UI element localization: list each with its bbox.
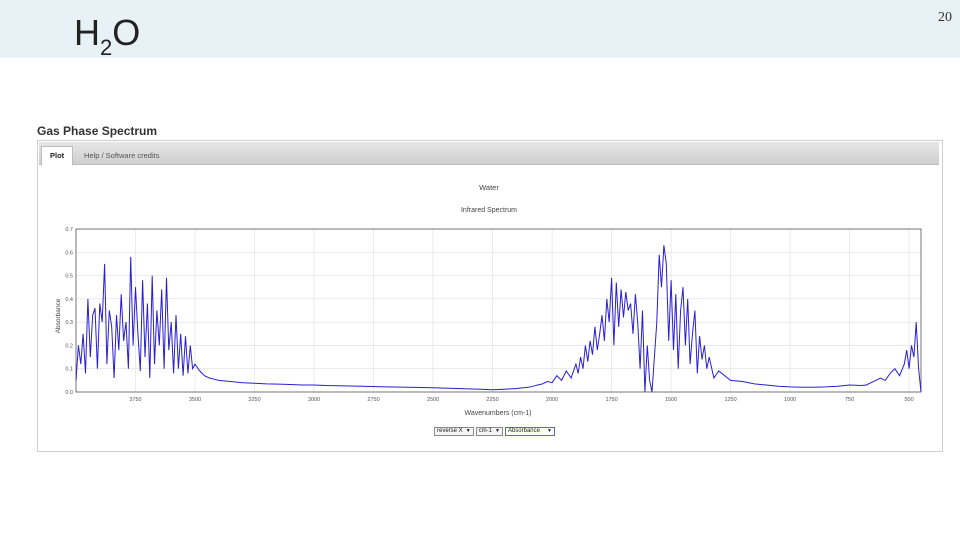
y-tick-label: 0.7: [65, 227, 73, 233]
y-tick-label: 0.1: [65, 367, 73, 373]
dropdown-arrow-icon: ▼: [546, 428, 552, 434]
chart-title: Water: [479, 183, 499, 192]
x-tick-label: 1000: [784, 397, 796, 403]
dropdown-arrow-icon: ▼: [494, 428, 500, 434]
spectrum-series-line: [75, 245, 922, 393]
chart-axes: 3750 3500 3250 3000 2750 2500 2250 2000 1750 1500…: [65, 227, 922, 403]
y-tick-label: 0.0: [65, 390, 73, 396]
x-tick-label: 500: [905, 397, 914, 403]
plot-area-frame: [75, 228, 922, 393]
y-units-value: Absorbance: [507, 428, 540, 434]
y-tick-label: 0.3: [65, 320, 73, 326]
chart-grid: [76, 228, 921, 393]
plot-controls: reverse X ▼ cm-1 ▼ Absorbance ▼: [434, 427, 555, 437]
x-tick-label: 3750: [129, 397, 141, 403]
x-tick-label: 1750: [605, 397, 617, 403]
x-direction-select[interactable]: reverse X ▼: [434, 427, 474, 436]
chart-subtitle: Infrared Spectrum: [461, 207, 517, 214]
x-units-value: cm-1: [478, 428, 492, 434]
x-tick-label: 3250: [248, 397, 260, 403]
x-tick-label: 2750: [367, 397, 379, 403]
x-axis-label: Wavenumbers (cm-1): [464, 410, 531, 417]
x-tick-label: 1250: [724, 397, 736, 403]
y-tick-label: 0.4: [65, 297, 73, 303]
y-units-select[interactable]: Absorbance ▼: [504, 427, 555, 436]
x-tick-label: 750: [845, 397, 854, 403]
x-tick-label: 2250: [486, 397, 498, 403]
y-tick-label: 0.5: [65, 274, 73, 280]
x-direction-value: reverse X: [437, 428, 463, 434]
x-units-select[interactable]: cm-1 ▼: [475, 427, 503, 436]
x-tick-label: 3500: [189, 397, 201, 403]
x-tick-label: 1500: [665, 397, 677, 403]
x-tick-label: 2000: [546, 397, 558, 403]
y-tick-label: 0.6: [65, 250, 73, 256]
x-tick-label: 2500: [427, 397, 439, 403]
spectrum-chart: Water Infrared Spectrum 3750 3500 3250 3000…: [55, 183, 922, 417]
y-axis-label: Absorbance: [55, 298, 62, 333]
x-tick-label: 3000: [308, 397, 320, 403]
dropdown-arrow-icon: ▼: [465, 428, 471, 434]
y-tick-label: 0.2: [65, 343, 73, 349]
